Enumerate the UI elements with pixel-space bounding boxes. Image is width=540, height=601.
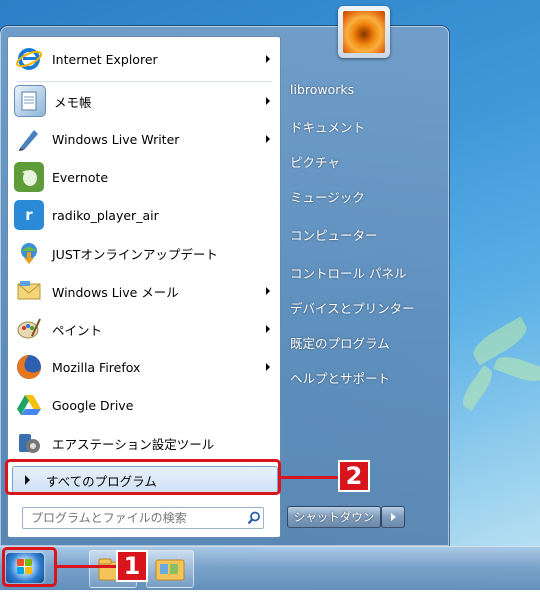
submenu-arrow-icon[interactable] bbox=[266, 287, 270, 295]
live-mail-icon bbox=[14, 276, 44, 306]
chevron-right-icon bbox=[390, 513, 396, 521]
callout-line bbox=[57, 565, 120, 568]
submenu-arrow-icon[interactable] bbox=[266, 55, 270, 63]
link-devices-printers[interactable]: デバイスとプリンター bbox=[290, 298, 415, 318]
radiko-icon: r bbox=[14, 200, 44, 230]
program-airstation-tool[interactable]: エアステーション設定ツール bbox=[14, 425, 276, 461]
airstation-tool-icon bbox=[14, 428, 44, 458]
library-icon bbox=[155, 559, 185, 581]
program-radiko[interactable]: r radiko_player_air bbox=[14, 197, 276, 233]
live-writer-icon bbox=[14, 124, 44, 154]
program-evernote[interactable]: Evernote bbox=[14, 159, 276, 195]
submenu-arrow-icon[interactable] bbox=[266, 135, 270, 143]
shutdown-label: シャットダウン bbox=[293, 510, 375, 524]
firefox-icon bbox=[14, 352, 44, 382]
program-google-drive[interactable]: Google Drive bbox=[14, 387, 276, 423]
program-label: エアステーション設定ツール bbox=[52, 436, 215, 452]
submenu-arrow-icon[interactable] bbox=[266, 325, 270, 333]
program-internet-explorer[interactable]: Internet Explorer bbox=[14, 41, 276, 77]
search-icon[interactable] bbox=[247, 511, 261, 525]
program-label: Google Drive bbox=[52, 397, 134, 413]
paint-icon bbox=[14, 314, 44, 344]
callout-all-programs-highlight bbox=[5, 459, 281, 495]
flower-picture bbox=[343, 11, 385, 53]
callout-line bbox=[281, 476, 339, 479]
taskbar-library-button[interactable] bbox=[146, 550, 194, 588]
program-windows-live-mail[interactable]: Windows Live メール bbox=[14, 273, 276, 309]
program-just-update[interactable]: JUSTオンラインアップデート bbox=[14, 235, 276, 271]
taskbar bbox=[0, 546, 540, 591]
submenu-arrow-icon[interactable] bbox=[266, 363, 270, 371]
notepad-icon bbox=[14, 85, 46, 117]
search-input[interactable] bbox=[29, 510, 233, 526]
link-music[interactable]: ミュージック bbox=[290, 187, 365, 207]
google-drive-icon bbox=[14, 390, 44, 420]
program-label: JUSTオンラインアップデート bbox=[52, 246, 218, 262]
link-pictures[interactable]: ピクチャ bbox=[290, 152, 340, 172]
link-help-support[interactable]: ヘルプとサポート bbox=[290, 368, 390, 388]
callout-number-1: 1 bbox=[116, 550, 148, 582]
program-firefox[interactable]: Mozilla Firefox bbox=[14, 349, 276, 385]
program-label: Evernote bbox=[52, 169, 109, 185]
desktop-leaf bbox=[458, 364, 497, 412]
evernote-icon bbox=[14, 162, 44, 192]
callout-start-button-highlight bbox=[2, 547, 57, 587]
user-picture[interactable] bbox=[338, 6, 390, 58]
link-computer[interactable]: コンピューター bbox=[290, 225, 378, 245]
program-label: Internet Explorer bbox=[52, 51, 158, 67]
program-label: Windows Live Writer bbox=[52, 131, 180, 147]
link-control-panel[interactable]: コントロール パネル bbox=[290, 263, 406, 283]
just-update-icon bbox=[14, 238, 44, 268]
callout-number-2: 2 bbox=[338, 460, 370, 492]
desktop-leaf bbox=[493, 351, 540, 387]
page-bottom bbox=[0, 590, 540, 601]
program-label: メモ帳 bbox=[54, 94, 92, 110]
program-paint[interactable]: ペイント bbox=[14, 311, 276, 347]
shutdown-options-button[interactable] bbox=[381, 506, 405, 528]
divider bbox=[16, 81, 272, 82]
program-notepad[interactable]: メモ帳 bbox=[14, 83, 276, 119]
internet-explorer-icon bbox=[14, 44, 44, 74]
link-documents[interactable]: ドキュメント bbox=[290, 117, 365, 137]
submenu-arrow-icon[interactable] bbox=[266, 97, 270, 105]
link-user-folder[interactable]: libroworks bbox=[290, 82, 354, 102]
shutdown-button[interactable]: シャットダウン bbox=[287, 506, 381, 528]
program-label: ペイント bbox=[52, 322, 103, 338]
program-label: radiko_player_air bbox=[52, 207, 159, 223]
program-windows-live-writer[interactable]: Windows Live Writer bbox=[14, 121, 276, 157]
program-label: Mozilla Firefox bbox=[52, 359, 141, 375]
search-box[interactable] bbox=[22, 507, 264, 529]
program-label: Windows Live メール bbox=[52, 284, 179, 300]
link-default-programs[interactable]: 既定のプログラム bbox=[290, 333, 390, 353]
